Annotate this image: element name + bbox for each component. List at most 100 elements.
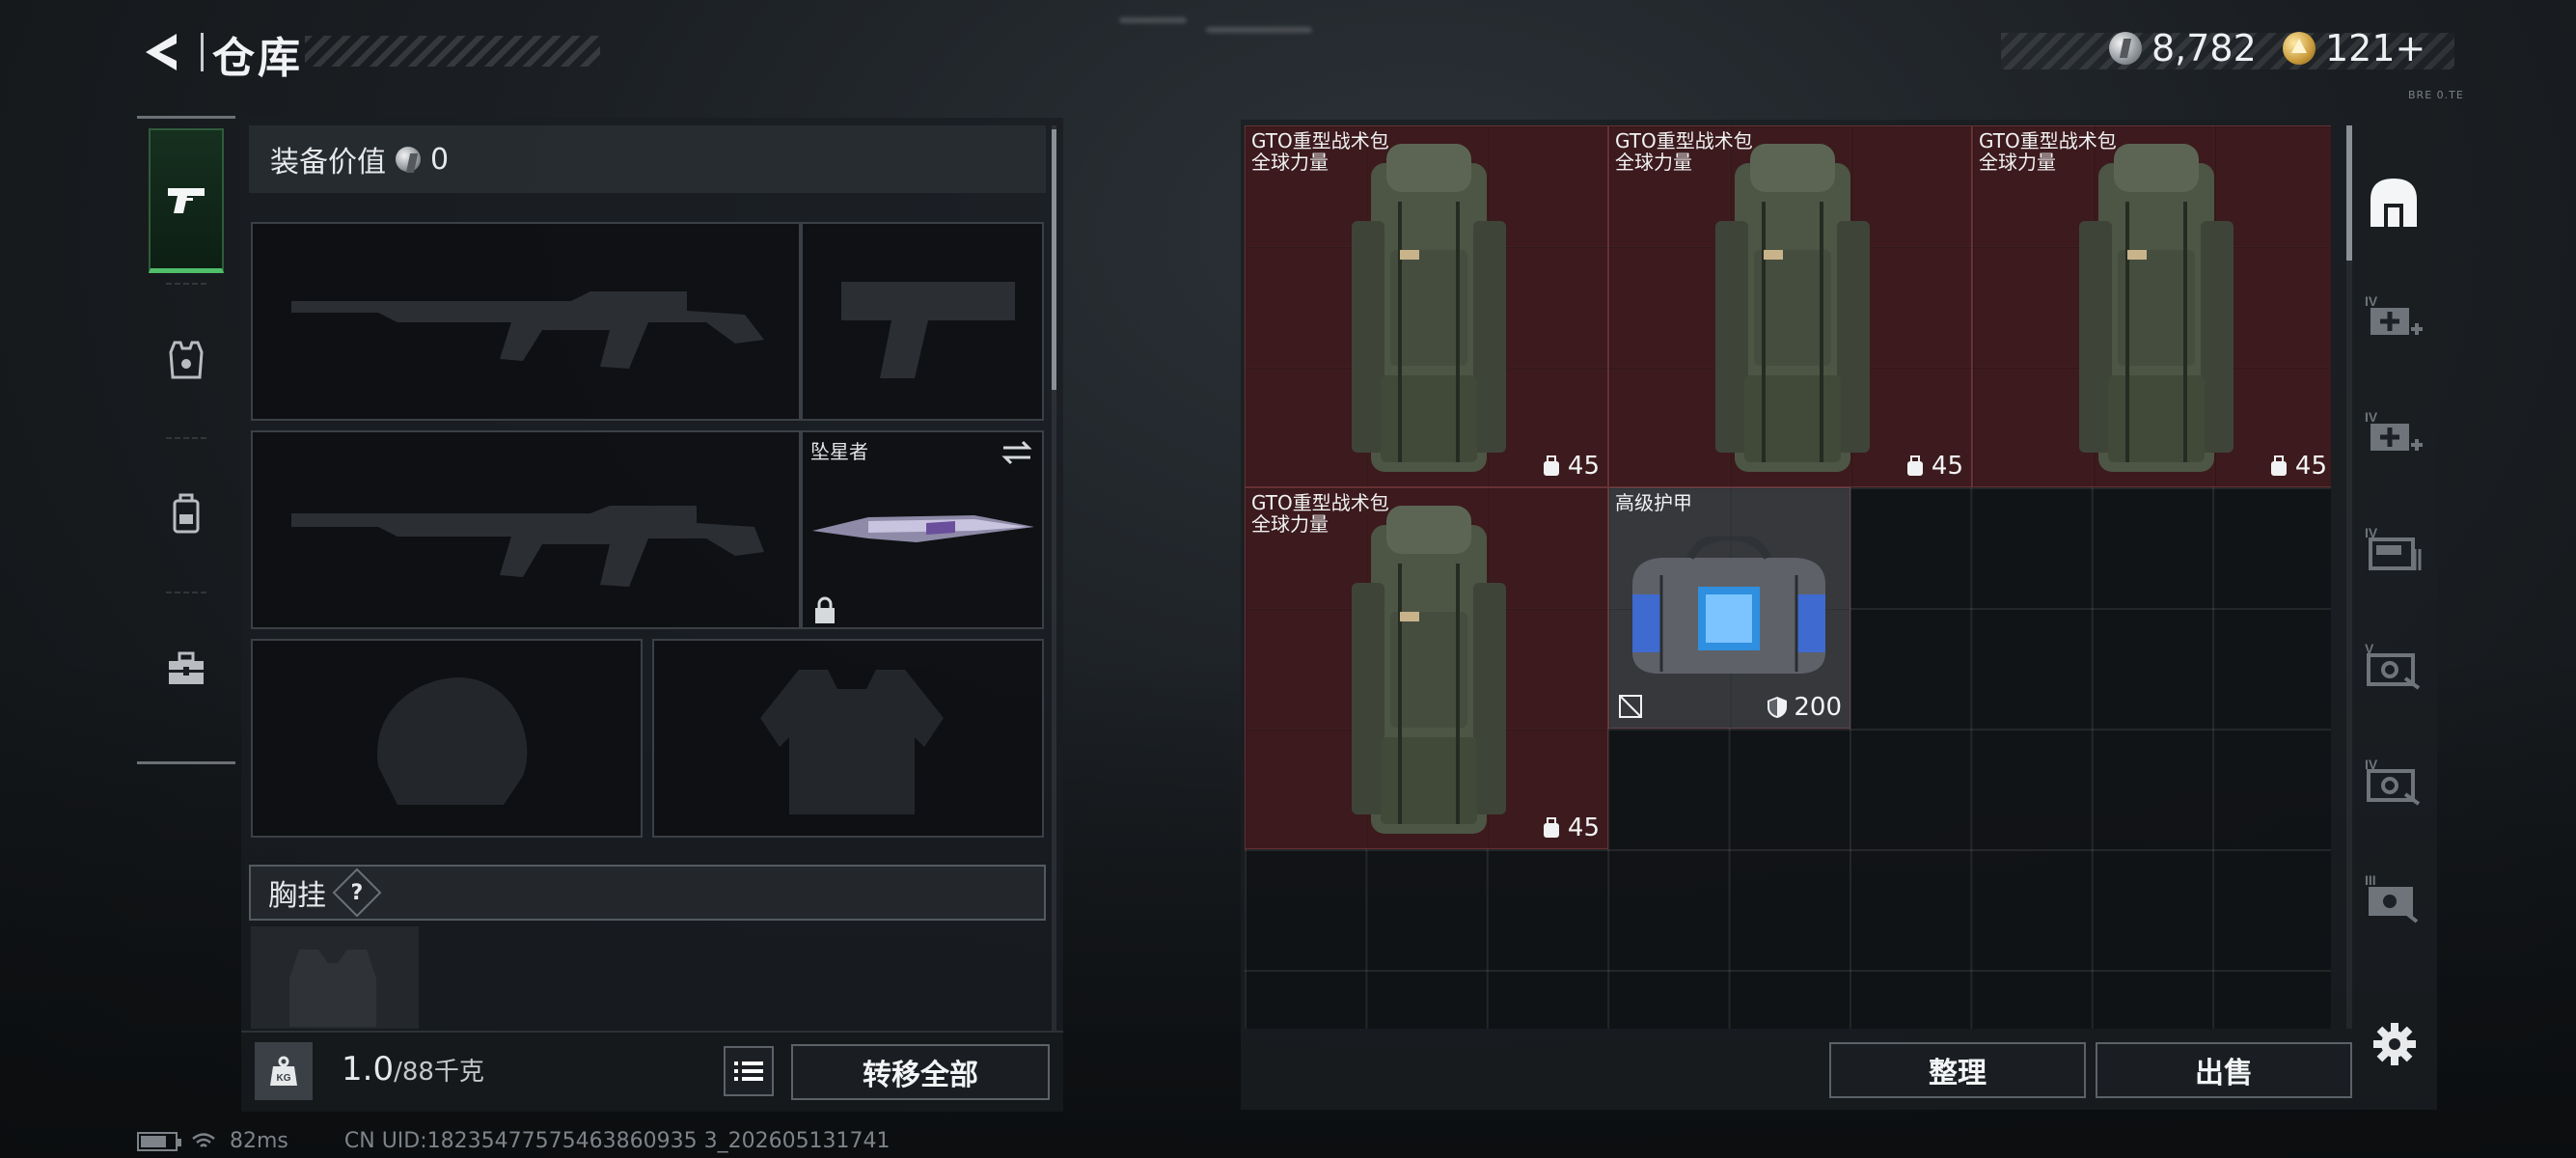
backpack-icon [1715,144,1870,472]
tab-separator [166,437,206,439]
list-view-button[interactable] [724,1046,774,1096]
stash-home-icon [2370,179,2417,227]
svg-text:III: III [2365,872,2376,888]
stash-item-armor[interactable]: 高级护甲 200 [1608,487,1850,729]
keycard-icon: V [2365,641,2421,690]
ping-readout: 82ms [230,1129,288,1153]
chest-rig-header: 胸挂 ? [249,865,1046,921]
secondary-weapon-slot[interactable] [251,430,801,629]
tab-stash-all[interactable] [2360,149,2427,255]
tab-backpack[interactable] [149,442,224,587]
weight-value: 1.0 [342,1050,395,1089]
shield-icon [1768,697,1788,718]
pistol-silhouette-icon [841,282,1015,378]
melee-slot[interactable]: 坠星者 [801,430,1044,629]
tab-keys-2[interactable]: IV [2360,728,2427,834]
transfer-all-button[interactable]: 转移全部 [791,1044,1050,1100]
chest-rig-slot[interactable] [251,926,419,1029]
corner-tag: BRE 0.TE [2408,89,2464,101]
stash-item[interactable]: GTO重型战术包 全球力量 45 [1608,125,1972,487]
toolbox-icon [169,651,204,684]
capacity-icon [1543,455,1559,476]
item-count: 45 [1541,452,1600,481]
no-insure-icon [1619,695,1642,718]
swap-icon[interactable] [1000,438,1034,467]
knife-blade-icon [812,515,1034,542]
vest-icon [169,341,204,379]
tab-armor[interactable] [149,288,224,432]
helmet-slot[interactable] [251,639,643,838]
help-button[interactable]: ? [332,868,382,918]
title-decoration [305,36,600,67]
backpack-icon [1352,506,1506,834]
medkit-icon: IV [2365,293,2423,335]
tab-ammo[interactable]: IV [2360,496,2427,602]
tab-toolbox[interactable] [149,596,224,741]
item-count: 45 [1541,813,1600,842]
armor-silhouette-icon [760,670,944,814]
sort-button[interactable]: 整理 [1829,1042,2086,1098]
lock-icon [815,596,835,623]
tab-keys[interactable]: V [2360,612,2427,718]
pistol-icon [168,187,205,213]
helmet-silhouette-icon [377,677,528,805]
weight-readout: 1.0/88千克 [342,1050,484,1089]
stash-item[interactable]: GTO重型战术包 全球力量 45 [1972,125,2331,487]
body-armor-slot[interactable] [652,639,1044,838]
wifi-icon [192,1132,215,1147]
sell-button[interactable]: 出售 [2096,1042,2352,1098]
loadout-tab-bar [137,116,235,764]
title-separator [201,33,204,71]
rifle-silhouette-icon [291,506,764,587]
stash-tab-bar: IV IV IV V IV III [2360,129,2427,1017]
stash-item[interactable]: GTO重型战术包 全球力量 45 [1245,125,1608,487]
stash-scrollbar[interactable] [2346,125,2352,1029]
silver-coin-icon [2109,32,2142,65]
silver-coin-icon [396,147,421,172]
container-icon: III [2365,872,2419,924]
rifle-silhouette-icon [291,291,764,369]
silver-amount: 8,782 [2151,27,2257,69]
settings-button[interactable] [2368,1017,2422,1071]
list-icon [734,1062,763,1081]
weight-icon: KG [255,1042,313,1100]
back-button[interactable] [135,27,189,77]
loadout-scrollbar[interactable] [1052,125,1056,1033]
item-count: 45 [1905,452,1963,481]
capacity-icon [1906,455,1923,476]
gold-amount: 121+ [2325,27,2426,69]
tab-medical-2[interactable]: IV [2360,380,2427,486]
weight-max: /88千克 [394,1058,484,1087]
chest-rig-label: 胸挂 [268,879,326,913]
backpack-icon [2079,144,2233,472]
ammo-box-icon: IV [2365,525,2422,570]
gold-coin-icon [2283,32,2316,65]
status-bar: 82ms CN UID:18235477575463860935 3_20260… [137,1129,891,1153]
loadout-panel: 装备价值 0 坠星者 胸挂 ? KG 1.0/88千克 转移全部 [241,118,1063,1112]
gold-currency[interactable]: 121+ [2283,27,2425,69]
tab-misc[interactable]: III [2360,843,2427,950]
silver-currency[interactable]: 8,782 [2109,27,2257,69]
battery-icon [137,1131,181,1151]
capacity-icon [2270,455,2287,476]
item-count: 45 [2268,452,2327,481]
stash-panel: GTO重型战术包 全球力量 45 GTO重型战术包 全球力量 45 GTO重型战… [1241,120,2437,1110]
capacity-icon [1543,817,1559,838]
melee-slot-label: 坠星者 [810,440,868,463]
backpack-icon [173,493,200,534]
rig-silhouette-icon [289,950,376,1027]
primary-weapon-slot[interactable] [251,222,801,421]
medkit-icon: IV [2365,409,2423,451]
tab-medical[interactable]: IV [2360,264,2427,371]
tab-separator [166,592,206,593]
item-durability: 200 [1767,693,1842,722]
tab-weapons[interactable] [149,128,224,273]
equipment-value-label: 装备价值 [270,146,386,179]
equipment-value: 0 [430,142,450,177]
page-title: 仓库 [212,34,303,83]
pistol-slot[interactable] [801,222,1044,421]
stash-item[interactable]: GTO重型战术包 全球力量 45 [1245,487,1608,849]
header: 仓库 8,782 121+ BRE 0.TE [0,0,2576,106]
back-arrow-icon [146,34,177,70]
uid-readout: CN UID:18235477575463860935 3_2026051317… [343,1129,891,1153]
